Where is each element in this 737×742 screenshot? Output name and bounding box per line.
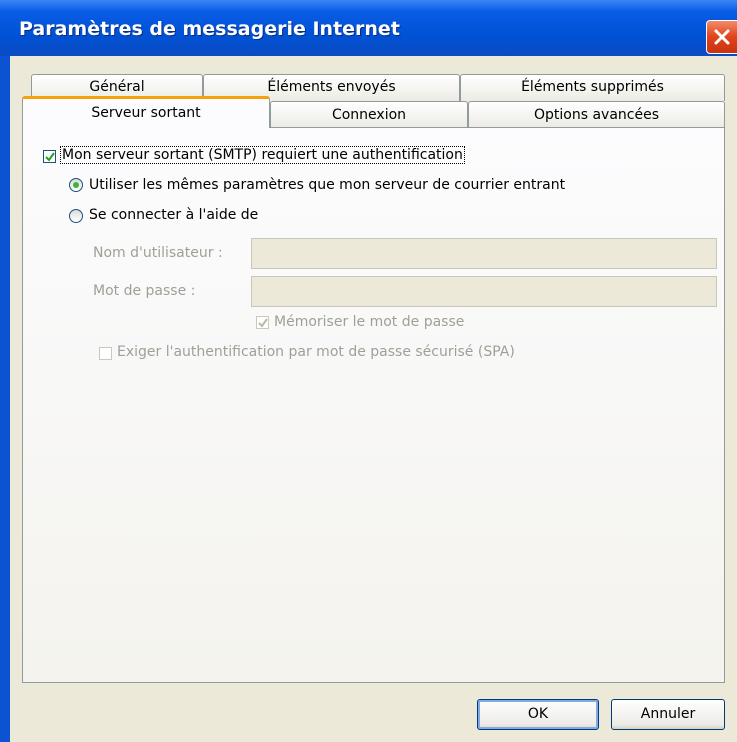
- tab-label: Général: [89, 79, 145, 95]
- radio-use-incoming-settings[interactable]: [69, 178, 83, 192]
- ok-button[interactable]: OK: [477, 699, 599, 730]
- tab-deleted-items[interactable]: Éléments supprimés: [460, 74, 725, 101]
- window-title: Paramètres de messagerie Internet: [19, 18, 400, 40]
- tab-label: Éléments envoyés: [267, 79, 396, 95]
- smtp-auth-label[interactable]: Mon serveur sortant (SMTP) requiert une …: [60, 146, 465, 164]
- radio-selected-dot: [73, 182, 79, 188]
- password-label: Mot de passe :: [93, 283, 196, 299]
- spa-label[interactable]: Exiger l'authentification par mot de pas…: [117, 344, 515, 360]
- radio-login-with[interactable]: [69, 209, 83, 223]
- password-field[interactable]: [251, 276, 717, 307]
- tab-connection[interactable]: Connexion: [270, 101, 468, 127]
- username-field[interactable]: [251, 238, 717, 269]
- spa-checkbox[interactable]: [99, 347, 112, 360]
- title-bar: Paramètres de messagerie Internet: [0, 0, 737, 56]
- tab-label: Options avancées: [533, 107, 659, 123]
- tab-label: Serveur sortant: [91, 105, 201, 121]
- remember-password-label[interactable]: Mémoriser le mot de passe: [274, 314, 464, 330]
- cancel-button[interactable]: Annuler: [611, 699, 725, 730]
- window-frame-left: [0, 56, 10, 742]
- tab-outgoing-server[interactable]: Serveur sortant: [22, 96, 270, 128]
- close-button[interactable]: [706, 20, 737, 54]
- close-icon: [714, 29, 730, 45]
- tab-label: Connexion: [331, 107, 407, 123]
- tab-advanced-options[interactable]: Options avancées: [468, 101, 725, 127]
- smtp-auth-checkbox[interactable]: [43, 150, 56, 163]
- radio-login-with-label[interactable]: Se connecter à l'aide de: [89, 207, 258, 223]
- remember-password-checkbox[interactable]: [256, 316, 269, 329]
- checkmark-icon: [258, 318, 268, 328]
- radio-use-incoming-settings-label[interactable]: Utiliser les mêmes paramètres que mon se…: [89, 177, 565, 193]
- checkmark-icon: [45, 152, 55, 162]
- tab-label: Éléments supprimés: [521, 79, 664, 95]
- dialog-window: Paramètres de messagerie Internet Généra…: [0, 0, 737, 742]
- username-label: Nom d'utilisateur :: [93, 245, 223, 261]
